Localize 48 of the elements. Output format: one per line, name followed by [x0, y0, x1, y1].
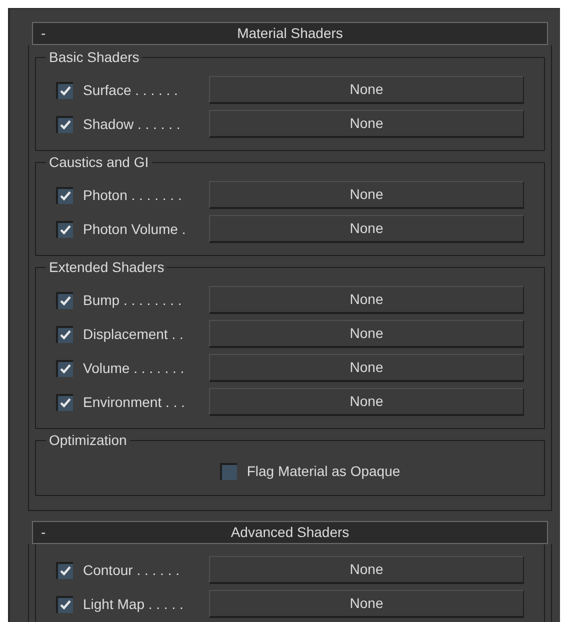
checkmark-icon [60, 191, 71, 201]
checkmark-icon [60, 364, 71, 374]
shader-label: Surface . . . . . . [83, 80, 179, 100]
shader-label: Photon . . . . . . . [83, 186, 183, 204]
shader-button[interactable]: None [209, 354, 524, 382]
checkbox[interactable] [56, 326, 73, 342]
shader-button[interactable]: None [209, 590, 524, 618]
checkbox[interactable] [220, 462, 237, 480]
shader-button[interactable]: None [209, 320, 524, 348]
rollout-title: Material Shaders [237, 24, 343, 43]
checkbox[interactable] [56, 82, 73, 98]
checkbox[interactable] [56, 360, 73, 376]
checkmark-icon [60, 398, 71, 408]
collapse-toggle[interactable]: - [41, 522, 46, 543]
rollout-header[interactable]: - Material Shaders [32, 22, 548, 45]
shader-label: Shadow . . . . . . [83, 114, 182, 134]
checkmark-icon [60, 86, 71, 96]
shader-button[interactable]: None [209, 388, 524, 416]
checkbox[interactable] [56, 596, 73, 612]
checkbox[interactable] [56, 186, 73, 204]
checkbox[interactable] [56, 116, 73, 132]
shader-button[interactable]: None [209, 181, 524, 209]
shader-label: Light Map . . . . . [83, 594, 184, 614]
shader-button[interactable]: None [209, 556, 524, 584]
checkmark-icon [60, 120, 71, 130]
shader-button[interactable]: None [209, 76, 524, 104]
rollout-title: Advanced Shaders [230, 523, 350, 542]
shader-label: Photon Volume . [83, 220, 187, 238]
checkmark-icon [60, 296, 71, 306]
checkmark-icon [60, 225, 71, 235]
shader-button[interactable]: None [209, 286, 524, 314]
shader-label: Bump . . . . . . . . [83, 290, 183, 310]
shader-button[interactable]: None [209, 215, 524, 243]
shader-button[interactable]: None [209, 110, 524, 138]
rollout-header[interactable]: - Advanced Shaders [32, 521, 548, 544]
checkbox[interactable] [56, 394, 73, 410]
shader-label: Volume . . . . . . . [83, 358, 186, 378]
shader-label: Contour . . . . . . [83, 560, 180, 580]
shader-label: Environment . . . [83, 392, 186, 412]
checkmark-icon [60, 566, 71, 576]
checkbox[interactable] [56, 292, 73, 308]
shader-label: Displacement . . [83, 324, 184, 344]
collapse-toggle[interactable]: - [41, 23, 46, 44]
checkmark-icon [60, 330, 71, 340]
checkbox-label: Flag Material as Opaque [246, 462, 400, 481]
checkbox[interactable] [56, 220, 73, 238]
checkbox[interactable] [56, 562, 73, 578]
checkmark-icon [60, 600, 71, 610]
